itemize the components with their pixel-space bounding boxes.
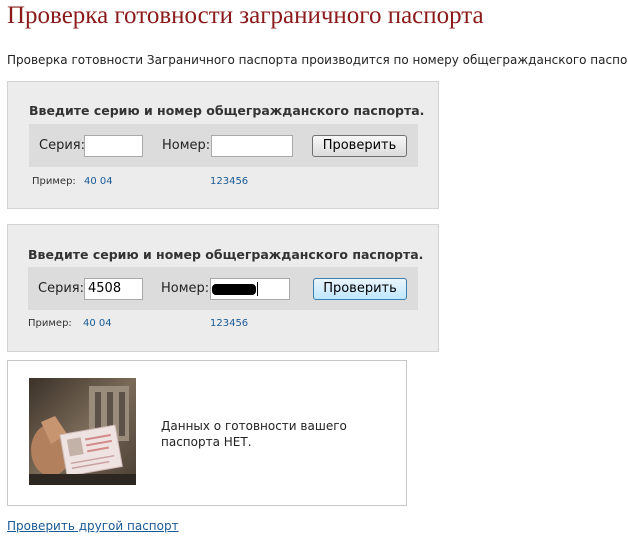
series-input[interactable] <box>84 135 143 157</box>
page-title: Проверка готовности заграничного паспорт… <box>7 2 484 29</box>
example-label: Пример: <box>28 318 72 329</box>
series-label: Серия: <box>38 281 84 296</box>
check-another-passport-link[interactable]: Проверить другой паспорт <box>7 519 179 533</box>
example-series: 40 04 <box>83 318 112 329</box>
check-button[interactable]: Проверить <box>312 135 407 157</box>
example-number: 123456 <box>210 176 249 187</box>
form-heading: Введите серию и номер общегражданского п… <box>28 247 424 262</box>
check-button[interactable]: Проверить <box>313 278 407 300</box>
series-label: Серия: <box>39 138 85 153</box>
passport-form-panel-2: Введите серию и номер общегражданского п… <box>7 224 439 352</box>
text-caret <box>257 282 258 296</box>
intro-text: Проверка готовности Заграничного паспорт… <box>7 53 628 67</box>
redaction-mark <box>212 284 256 295</box>
number-input[interactable] <box>210 278 290 300</box>
form-bar: Серия: 4508 Номер: Проверить <box>28 267 418 310</box>
series-input[interactable]: 4508 <box>84 278 143 300</box>
result-box: Данных о готовности вашего паспорта НЕТ. <box>7 360 407 506</box>
result-message: Данных о готовности вашего паспорта НЕТ. <box>161 419 347 449</box>
example-series: 40 04 <box>84 176 113 187</box>
passport-form-panel-1: Введите серию и номер общегражданского п… <box>7 81 439 209</box>
form-heading: Введите серию и номер общегражданского п… <box>29 103 425 118</box>
number-label: Номер: <box>162 138 211 153</box>
number-label: Номер: <box>161 281 210 296</box>
form-bar: Серия: Номер: Проверить <box>29 124 418 167</box>
example-number: 123456 <box>210 318 249 329</box>
passport-photo-image <box>29 378 136 485</box>
example-label: Пример: <box>32 176 76 187</box>
number-input[interactable] <box>211 135 293 157</box>
passport-photo-icon <box>29 378 136 485</box>
